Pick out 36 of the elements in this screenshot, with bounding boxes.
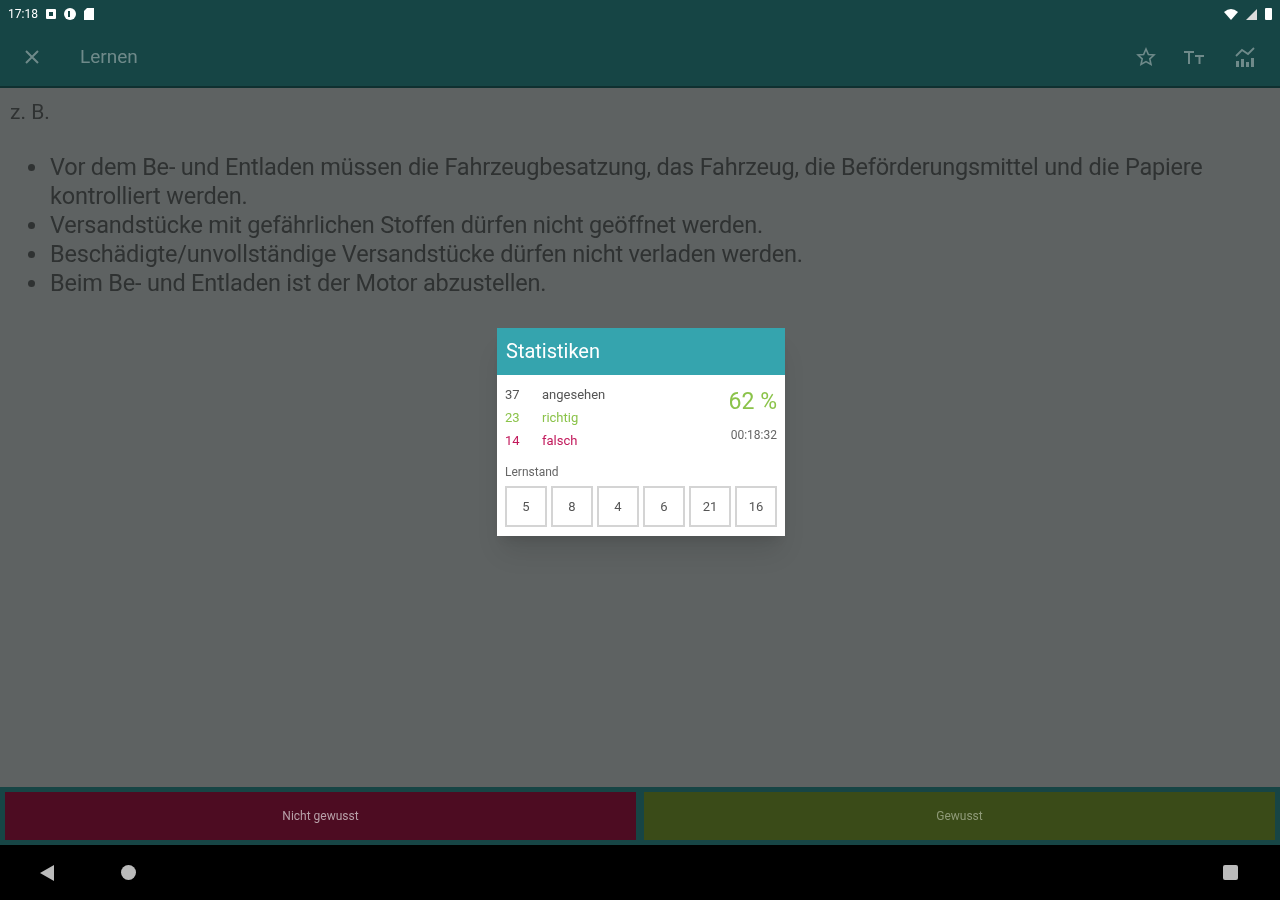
dialog-title: Statistiken <box>506 338 601 365</box>
app-title: Lernen <box>80 43 138 70</box>
bullet-icon <box>28 251 35 258</box>
bullet-icon <box>28 280 35 287</box>
close-icon[interactable] <box>24 49 40 65</box>
answer-button[interactable]: Gewusst <box>644 792 1275 840</box>
level-count: 16 <box>735 486 777 527</box>
home-icon[interactable] <box>121 865 136 880</box>
count-number: 23 <box>505 409 521 427</box>
bullet-icon <box>28 164 35 171</box>
notification-icon <box>45 9 56 19</box>
level-count: 4 <box>597 486 639 527</box>
back-icon[interactable] <box>40 864 54 881</box>
answer-button[interactable]: Nicht gewusst <box>5 792 636 840</box>
count-label: angesehen <box>542 386 606 404</box>
count-number: 14 <box>505 432 521 450</box>
progress-label: Lernstand <box>505 464 560 480</box>
duration-text: 00:18:32 <box>730 427 777 444</box>
count-label: falsch <box>542 432 578 450</box>
percent-text: 62 % <box>728 387 777 417</box>
star-icon[interactable] <box>1136 47 1156 67</box>
text-size-icon[interactable] <box>1184 49 1206 65</box>
count-number: 37 <box>505 386 521 404</box>
battery-icon <box>1265 8 1272 20</box>
count-label: richtig <box>542 409 579 427</box>
level-count: 21 <box>689 486 731 527</box>
chart-icon[interactable] <box>1234 46 1256 68</box>
circle-app-icon <box>63 8 76 20</box>
sd-card-icon <box>83 8 94 20</box>
signal-icon <box>1246 8 1257 20</box>
bullet-icon <box>28 222 35 229</box>
status-time: 17:18 <box>8 6 38 23</box>
level-count: 5 <box>505 486 547 527</box>
level-count: 8 <box>551 486 593 527</box>
wifi-icon <box>1224 8 1238 20</box>
level-count: 6 <box>643 486 685 527</box>
